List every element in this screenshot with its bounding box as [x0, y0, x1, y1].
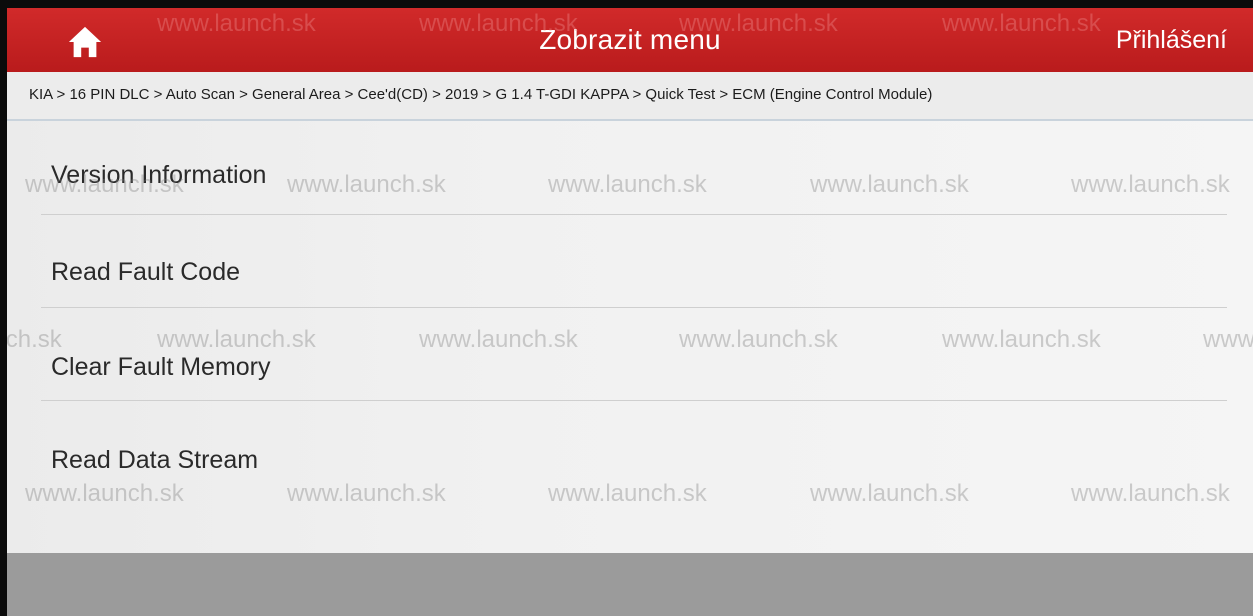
breadcrumb: KIA > 16 PIN DLC > Auto Scan > General A… — [29, 86, 933, 103]
menu-item-version-information[interactable]: Version Information — [41, 121, 1227, 215]
menu-item-label: Version Information — [51, 161, 267, 189]
menu-item-read-data-stream[interactable]: Read Data Stream — [41, 400, 1227, 493]
menu-item-label: Clear Fault Memory — [51, 353, 271, 381]
top-bar: Zobrazit menu Přihlášení — [7, 8, 1253, 72]
app-screen: Zobrazit menu Přihlášení KIA > 16 PIN DL… — [7, 8, 1253, 616]
menu-item-clear-fault-memory[interactable]: Clear Fault Memory — [41, 307, 1227, 401]
menu-item-read-fault-code[interactable]: Read Fault Code — [41, 214, 1227, 308]
menu-list: Version Information Read Fault Code Clea… — [7, 121, 1253, 553]
menu-item-label: Read Fault Code — [51, 258, 241, 286]
bottom-area — [7, 553, 1253, 616]
login-button[interactable]: Přihlášení — [1116, 26, 1227, 55]
breadcrumb-bar: KIA > 16 PIN DLC > Auto Scan > General A… — [7, 72, 1253, 121]
menu-item-label: Read Data Stream — [51, 446, 259, 474]
page-title: Zobrazit menu — [539, 24, 721, 55]
